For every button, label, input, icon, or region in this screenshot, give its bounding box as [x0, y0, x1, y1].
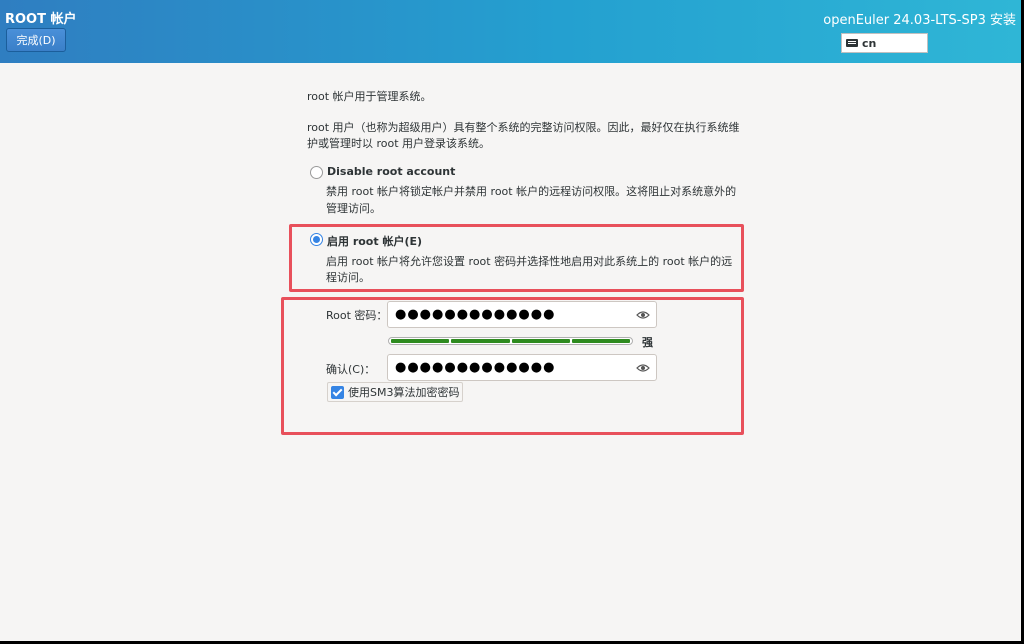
keyboard-icon — [846, 39, 858, 47]
header-bar: ROOT 帐户 完成(D) openEuler 24.03-LTS-SP3 安装… — [0, 0, 1021, 63]
done-button[interactable]: 完成(D) — [6, 28, 66, 52]
enable-root-radio[interactable] — [310, 233, 323, 246]
intro-line-1: root 帐户用于管理系统。 — [307, 90, 432, 103]
show-password-eye-icon[interactable] — [636, 310, 650, 320]
strength-segment — [511, 339, 570, 343]
confirm-password-label: 确认(C)： — [326, 363, 376, 376]
enable-root-label[interactable]: 启用 root 帐户(E) — [327, 233, 422, 249]
disable-root-desc-a: 禁用 root 帐户将锁定帐户并禁用 root 帐户的远程访问权限。这将阻止对系… — [326, 185, 737, 198]
strength-segment — [391, 339, 450, 343]
page-title: ROOT 帐户 — [5, 12, 77, 27]
enable-root-desc-b: 程访问。 — [326, 271, 370, 284]
keyboard-layout-label: cn — [862, 36, 877, 50]
disable-root-radio[interactable] — [310, 166, 323, 179]
intro-line-2b: 护或管理时以 root 用户登录该系统。 — [307, 137, 491, 150]
confirm-password-input[interactable]: ●●●●●●●●●●●●● — [387, 354, 657, 381]
keyboard-layout-indicator[interactable]: cn — [841, 33, 928, 53]
sm3-encryption-checkbox[interactable]: 使用SM3算法加密密码 — [327, 382, 464, 402]
disable-root-label[interactable]: Disable root account — [327, 165, 455, 178]
password-strength-label: 强 — [642, 336, 653, 349]
password-strength-meter — [388, 337, 633, 345]
product-title: openEuler 24.03-LTS-SP3 安装 — [823, 13, 1016, 28]
disable-root-desc-b: 管理访问。 — [326, 202, 381, 215]
installer-screen: ROOT 帐户 完成(D) openEuler 24.03-LTS-SP3 安装… — [0, 0, 1021, 641]
strength-segment — [451, 339, 510, 343]
enable-root-desc-a: 启用 root 帐户将允许您设置 root 密码并选择性地启用对此系统上的 ro… — [326, 255, 733, 268]
root-password-input[interactable]: ●●●●●●●●●●●●● — [387, 301, 657, 328]
intro-line-2a: root 用户（也称为超级用户）具有整个系统的完整访问权限。因此，最好仅在执行系… — [307, 121, 740, 134]
root-password-value: ●●●●●●●●●●●●● — [395, 307, 556, 322]
sm3-encryption-label: 使用SM3算法加密密码 — [348, 386, 460, 399]
root-password-label: Root 密码： — [326, 309, 388, 322]
confirm-password-value: ●●●●●●●●●●●●● — [395, 360, 556, 375]
show-confirm-eye-icon[interactable] — [636, 363, 650, 373]
strength-segment — [571, 339, 630, 343]
checkbox-checked-icon — [331, 385, 344, 399]
